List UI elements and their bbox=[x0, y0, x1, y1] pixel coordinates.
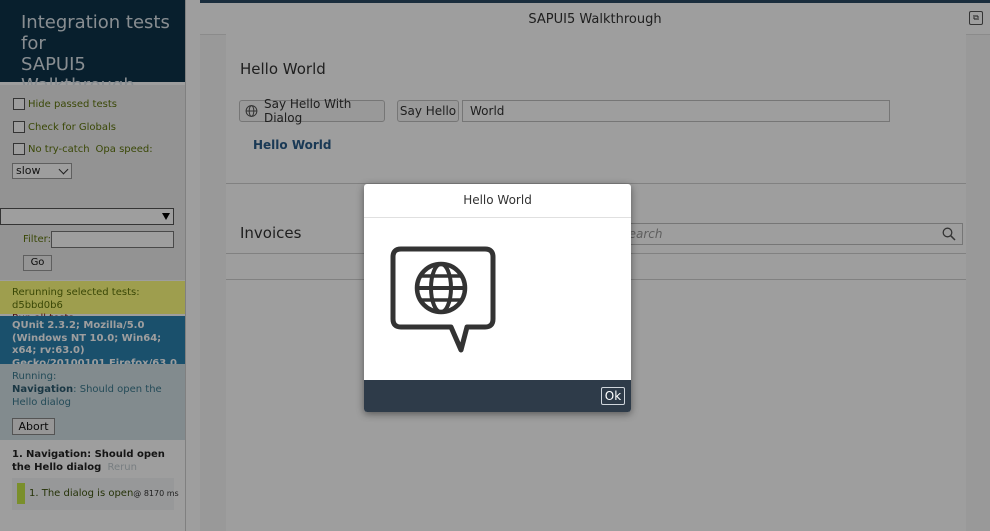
dialog-title: Hello World bbox=[364, 184, 631, 218]
dialog-footer: Ok bbox=[364, 380, 631, 412]
hello-dialog: Hello World Ok bbox=[364, 184, 631, 412]
ok-button[interactable]: Ok bbox=[601, 387, 625, 405]
world-speech-bubble-icon bbox=[390, 246, 496, 353]
